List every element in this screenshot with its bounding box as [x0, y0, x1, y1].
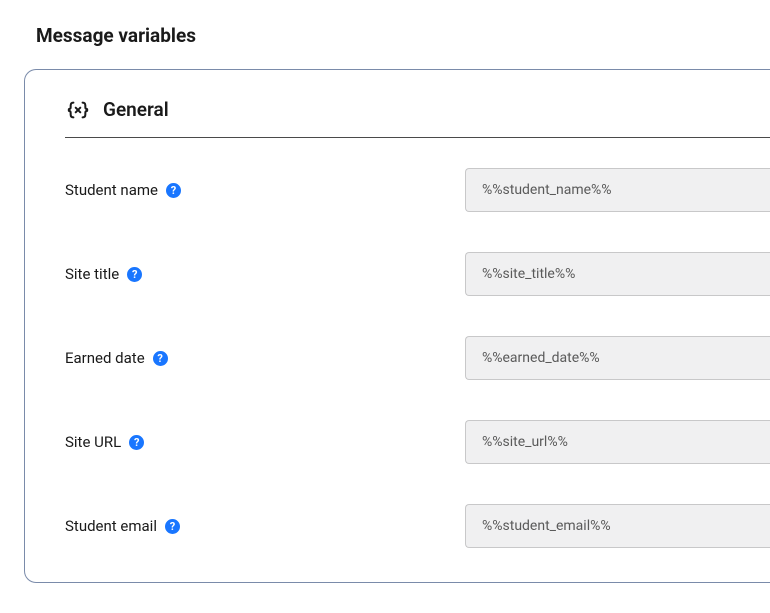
section-header: General — [65, 98, 770, 138]
variable-braces-icon — [65, 99, 91, 121]
variable-label-wrap: Earned date ? — [65, 349, 465, 367]
variable-label: Student email — [65, 517, 157, 535]
help-icon[interactable]: ? — [165, 519, 180, 534]
variable-label-wrap: Student email ? — [65, 517, 465, 535]
variable-value: %%earned_date%% — [482, 350, 600, 366]
variable-row-student-email: Student email ? %%student_email%% — [65, 504, 770, 548]
variable-value: %%site_url%% — [482, 434, 568, 450]
help-icon[interactable]: ? — [127, 267, 142, 282]
variable-value: %%student_name%% — [482, 182, 612, 198]
variable-label-wrap: Site URL ? — [65, 433, 465, 451]
variable-value-box[interactable]: %%site_url%% — [465, 420, 770, 464]
section-title: General — [103, 98, 169, 121]
variable-value-box[interactable]: %%student_name%% — [465, 168, 770, 212]
variable-label-wrap: Student name ? — [65, 181, 465, 199]
help-icon[interactable]: ? — [153, 351, 168, 366]
variables-list: Student name ? %%student_name%% Site tit… — [65, 138, 770, 548]
variable-value-box[interactable]: %%site_title%% — [465, 252, 770, 296]
page-title: Message variables — [0, 0, 770, 47]
variable-row-earned-date: Earned date ? %%earned_date%% — [65, 336, 770, 380]
variable-label: Earned date — [65, 349, 145, 367]
variable-label: Site title — [65, 265, 119, 283]
variables-panel: General Student name ? %%student_name%% … — [24, 69, 770, 583]
variable-value-box[interactable]: %%earned_date%% — [465, 336, 770, 380]
variable-row-student-name: Student name ? %%student_name%% — [65, 168, 770, 212]
variable-value-box[interactable]: %%student_email%% — [465, 504, 770, 548]
variable-label: Student name — [65, 181, 158, 199]
variable-label: Site URL — [65, 433, 121, 451]
variable-value: %%site_title%% — [482, 266, 575, 282]
help-icon[interactable]: ? — [166, 183, 181, 198]
variable-row-site-url: Site URL ? %%site_url%% — [65, 420, 770, 464]
help-icon[interactable]: ? — [129, 435, 144, 450]
variable-label-wrap: Site title ? — [65, 265, 465, 283]
variable-value: %%student_email%% — [482, 518, 611, 534]
variable-row-site-title: Site title ? %%site_title%% — [65, 252, 770, 296]
